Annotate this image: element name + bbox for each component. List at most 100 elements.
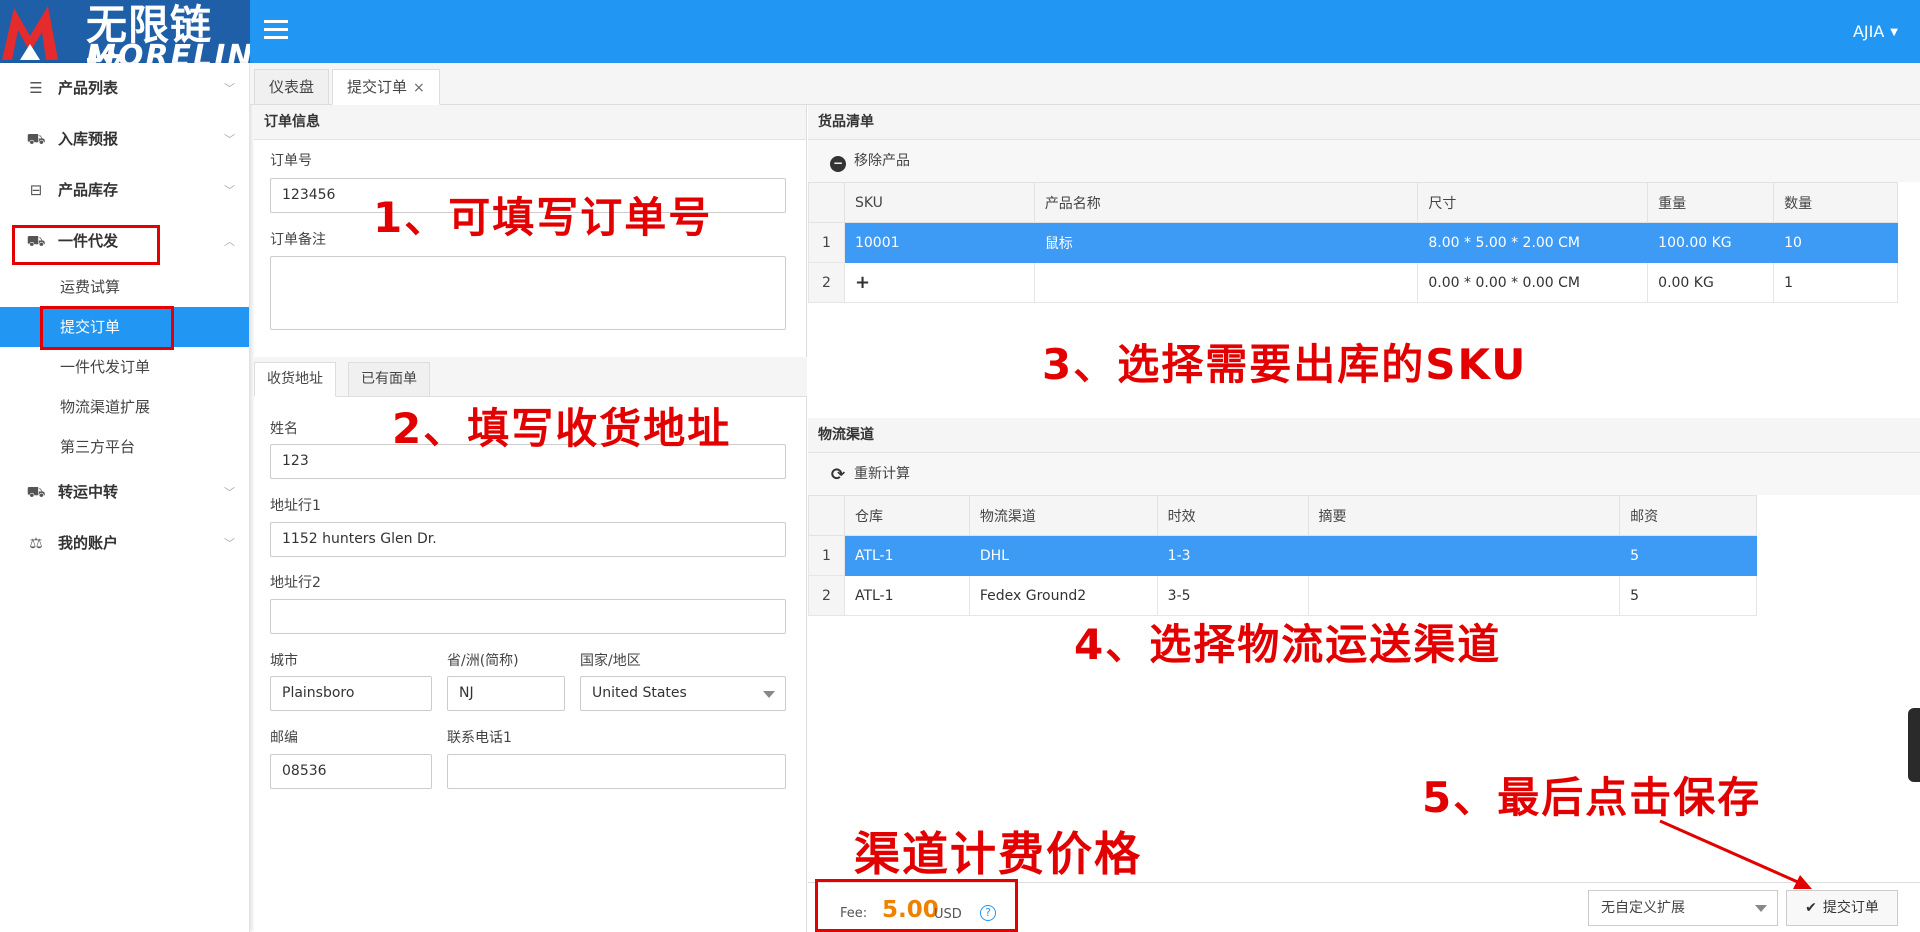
table-header-row: 仓库 物流渠道 时效 摘要 邮资 bbox=[808, 495, 1757, 536]
tab-shipping-address[interactable]: 收货地址 bbox=[254, 362, 336, 397]
brand-name-en: MORELINK bbox=[86, 39, 250, 64]
logistics-table: 仓库 物流渠道 时效 摘要 邮资 1 ATL-1 DHL 1-3 5 2 ATL… bbox=[808, 495, 1757, 616]
sidebar-item-account[interactable]: ⚖ 我的账户 ﹀ bbox=[0, 518, 249, 569]
help-icon[interactable]: ? bbox=[980, 905, 996, 921]
table-row[interactable]: 1 ATL-1 DHL 1-3 5 bbox=[808, 535, 1757, 576]
table-row[interactable]: 2 + 0.00 * 0.00 * 0.00 CM 0.00 KG 1 bbox=[808, 262, 1898, 303]
chevron-down-icon: ﹀ bbox=[224, 486, 235, 499]
phone-input[interactable] bbox=[447, 754, 786, 789]
tab-submit-order[interactable]: 提交订单 × bbox=[332, 69, 440, 105]
sidebar-item-transshipment[interactable]: ⛟ 转运中转 ﹀ bbox=[0, 467, 249, 518]
refresh-icon: ⟳ bbox=[830, 465, 846, 485]
qty-cell[interactable]: 1 bbox=[1773, 262, 1898, 303]
annotation-step4: 4、选择物流运送渠道 bbox=[1074, 620, 1502, 669]
table-row[interactable]: 2 ATL-1 Fedex Ground2 3-5 5 bbox=[808, 575, 1757, 616]
sku-cell[interactable]: + bbox=[843, 262, 1035, 303]
column-header: 物流渠道 bbox=[968, 495, 1158, 536]
custom-extension-value: 无自定义扩展 bbox=[1601, 900, 1685, 916]
annotation-step1: 1、可填写订单号 bbox=[373, 193, 713, 242]
submit-order-button[interactable]: ✔ 提交订单 bbox=[1786, 890, 1898, 926]
check-icon: ✔ bbox=[1805, 900, 1817, 916]
sidebar-item-label: 产品库存 bbox=[58, 181, 119, 199]
column-header: 产品名称 bbox=[1033, 182, 1419, 223]
custom-extension-select[interactable]: 无自定义扩展 bbox=[1588, 890, 1778, 926]
phone-label: 联系电话1 bbox=[447, 730, 512, 746]
chevron-down-icon: ﹀ bbox=[224, 184, 235, 197]
size-cell: 0.00 * 0.00 * 0.00 CM bbox=[1417, 262, 1649, 303]
order-remark-textarea[interactable] bbox=[270, 256, 786, 330]
sidebar-subitem-dropship-orders[interactable]: 一件代发订单 bbox=[0, 347, 249, 387]
sku-cell[interactable]: 10001 bbox=[843, 222, 1035, 263]
add-sku-icon[interactable]: + bbox=[855, 272, 870, 293]
address2-label: 地址行2 bbox=[270, 575, 321, 591]
column-header: 尺寸 bbox=[1417, 182, 1649, 223]
postage-cell: 5 bbox=[1619, 535, 1757, 576]
product-name-cell bbox=[1033, 262, 1419, 303]
truck-icon: ⛟ bbox=[26, 483, 46, 501]
remove-product-button[interactable]: − 移除产品 bbox=[830, 153, 910, 172]
sidebar: ☰ 产品列表 ﹀ ⛟ 入库预报 ﹀ ⊟ 产品库存 ﹀ ⛟ 一件代发 ︿ 运费试算 提交订… bbox=[0, 63, 250, 932]
tab-dashboard[interactable]: 仪表盘 bbox=[254, 69, 330, 105]
annotation-fee-note: 渠道计费价格 bbox=[854, 827, 1142, 881]
sidebar-item-dropshipping[interactable]: ⛟ 一件代发 ︿ bbox=[0, 216, 249, 267]
qty-cell[interactable]: 10 bbox=[1773, 222, 1898, 263]
list-icon: ☰ bbox=[29, 79, 43, 97]
channel-cell: Fedex Ground2 bbox=[968, 575, 1158, 616]
postage-cell: 5 bbox=[1619, 575, 1757, 616]
state-input[interactable]: NJ bbox=[447, 676, 565, 711]
annotation-step3: 3、选择需要出库的SKU bbox=[1042, 340, 1528, 389]
recalculate-button[interactable]: ⟳ 重新计算 bbox=[830, 465, 910, 485]
column-header: SKU bbox=[843, 182, 1035, 223]
summary-cell bbox=[1307, 535, 1621, 576]
country-select[interactable]: United States bbox=[580, 676, 786, 711]
table-row[interactable]: 1 10001 鼠标 8.00 * 5.00 * 2.00 CM 100.00 … bbox=[808, 222, 1898, 263]
product-name-cell: 鼠标 bbox=[1033, 222, 1419, 263]
sidebar-item-inventory[interactable]: ⊟ 产品库存 ﹀ bbox=[0, 165, 249, 216]
country-value: United States bbox=[592, 685, 687, 701]
address1-label: 地址行1 bbox=[270, 498, 321, 514]
menu-toggle-icon[interactable] bbox=[264, 20, 288, 44]
weight-cell: 0.00 KG bbox=[1647, 262, 1775, 303]
chevron-down-icon: ▼ bbox=[1890, 27, 1898, 38]
sidebar-subitem-freight-estimate[interactable]: 运费试算 bbox=[0, 267, 249, 307]
sidebar-item-label: 我的账户 bbox=[58, 534, 119, 552]
goods-toolbar: − 移除产品 bbox=[808, 140, 1920, 182]
goods-table: SKU 产品名称 尺寸 重量 数量 1 10001 鼠标 8.00 * 5.00… bbox=[808, 182, 1898, 303]
address1-input[interactable]: 1152 hunters Glen Dr. bbox=[270, 522, 786, 557]
sidebar-item-label: 转运中转 bbox=[58, 483, 119, 501]
chevron-up-icon: ︿ bbox=[224, 235, 235, 248]
address-tabs: 收货地址 已有面单 bbox=[254, 357, 807, 397]
sidebar-item-inbound[interactable]: ⛟ 入库预报 ﹀ bbox=[0, 114, 249, 165]
tab-label: 仪表盘 bbox=[269, 78, 315, 96]
name-label: 姓名 bbox=[270, 421, 298, 437]
brand-logo: 无限链接 MORELINK bbox=[0, 0, 250, 63]
zip-input[interactable]: 08536 bbox=[270, 754, 432, 789]
inbox-icon: ⊟ bbox=[29, 181, 43, 199]
balance-icon: ⚖ bbox=[29, 534, 43, 552]
morelink-logo-mark bbox=[0, 0, 82, 63]
tab-existing-label[interactable]: 已有面单 bbox=[348, 362, 430, 397]
summary-cell bbox=[1307, 575, 1621, 616]
warehouse-cell: ATL-1 bbox=[843, 535, 970, 576]
order-info-title: 订单信息 bbox=[254, 105, 806, 140]
submit-order-label: 提交订单 bbox=[1822, 900, 1879, 916]
sidebar-subitem-third-party[interactable]: 第三方平台 bbox=[0, 427, 249, 467]
side-scroll-widget[interactable] bbox=[1908, 708, 1920, 782]
sidebar-item-label: 产品列表 bbox=[58, 79, 119, 97]
order-remark-label: 订单备注 bbox=[270, 232, 326, 248]
dropdown-caret-icon bbox=[763, 691, 775, 698]
sidebar-subitem-channel-extension[interactable]: 物流渠道扩展 bbox=[0, 387, 249, 427]
user-menu[interactable]: AJIA ▼ bbox=[1853, 22, 1898, 41]
minus-circle-icon: − bbox=[830, 156, 846, 172]
chevron-down-icon: ﹀ bbox=[224, 82, 235, 95]
recalculate-label: 重新计算 bbox=[854, 466, 910, 482]
zip-label: 邮编 bbox=[270, 730, 298, 746]
close-icon[interactable]: × bbox=[413, 80, 425, 96]
logistics-toolbar: ⟳ 重新计算 bbox=[808, 453, 1920, 495]
sidebar-item-product-list[interactable]: ☰ 产品列表 ﹀ bbox=[0, 63, 249, 114]
address2-input[interactable] bbox=[270, 599, 786, 634]
sidebar-subitem-submit-order[interactable]: 提交订单 bbox=[0, 307, 249, 347]
sidebar-item-label: 入库预报 bbox=[58, 130, 119, 148]
state-label: 省/洲(简称) bbox=[447, 653, 519, 669]
city-input[interactable]: Plainsboro bbox=[270, 676, 432, 711]
